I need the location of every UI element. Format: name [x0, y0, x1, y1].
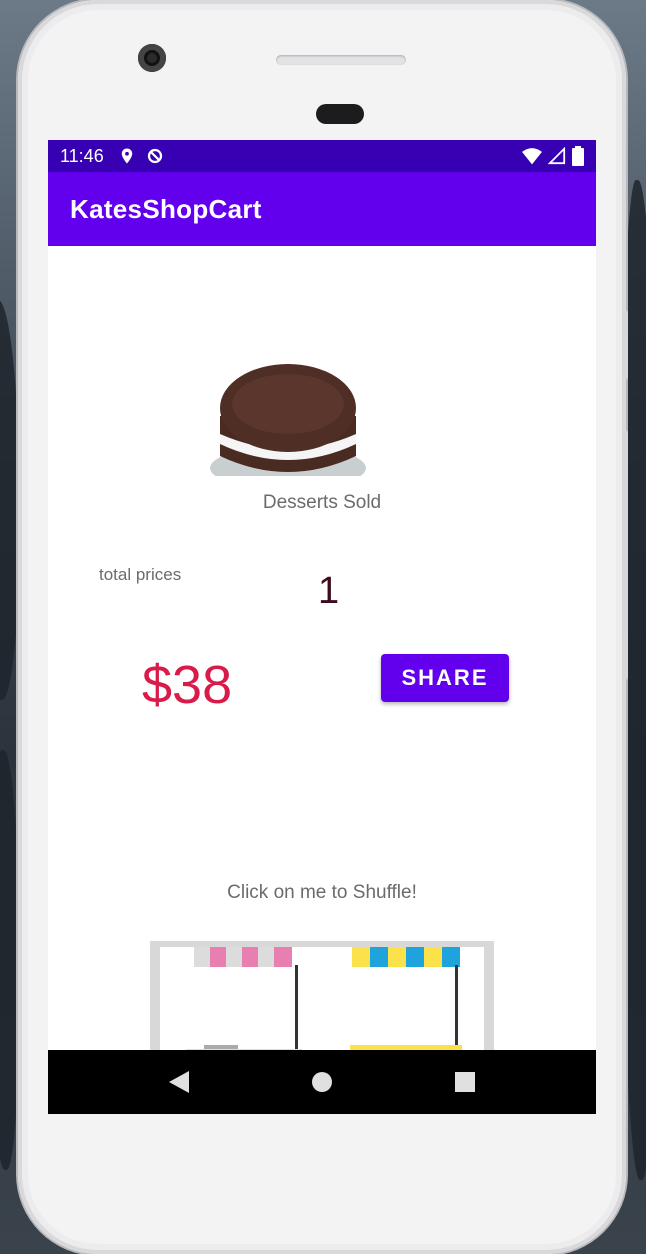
location-icon — [121, 148, 132, 164]
total-prices-label: total prices — [99, 565, 182, 584]
volume-button — [622, 430, 628, 680]
status-bar: 11:46 — [48, 140, 596, 172]
app-bar: KatesShopCart — [48, 172, 596, 246]
back-icon — [169, 1071, 190, 1093]
back-button[interactable] — [159, 1062, 199, 1102]
data-saver-icon — [147, 148, 162, 164]
front-camera — [138, 44, 166, 72]
wifi-icon — [522, 148, 542, 165]
dessert-image[interactable] — [208, 356, 368, 476]
navigation-bar — [48, 1050, 596, 1114]
desserts-sold-label: Desserts Sold — [262, 492, 382, 513]
desserts-sold-count: 1 — [318, 570, 340, 612]
recents-icon — [454, 1072, 475, 1092]
earpiece-speaker — [276, 55, 406, 65]
status-time: 11:46 — [60, 145, 104, 166]
recents-button[interactable] — [445, 1062, 485, 1102]
total-price: $38 — [142, 655, 233, 715]
battery-icon — [572, 146, 584, 166]
main-content: Desserts Sold total prices 1 $38 SHARE C… — [48, 246, 596, 1114]
app-title: KatesShopCart — [70, 193, 262, 224]
screen: 11:46 KatesShopCart Desserts Sold total … — [48, 140, 596, 1114]
home-button[interactable] — [302, 1062, 342, 1102]
proximity-sensor — [316, 104, 364, 124]
share-button[interactable]: SHARE — [381, 654, 509, 702]
shuffle-label[interactable]: Click on me to Shuffle! — [48, 882, 596, 904]
signal-icon — [548, 147, 566, 165]
power-button — [622, 310, 628, 380]
home-icon — [311, 1072, 332, 1092]
